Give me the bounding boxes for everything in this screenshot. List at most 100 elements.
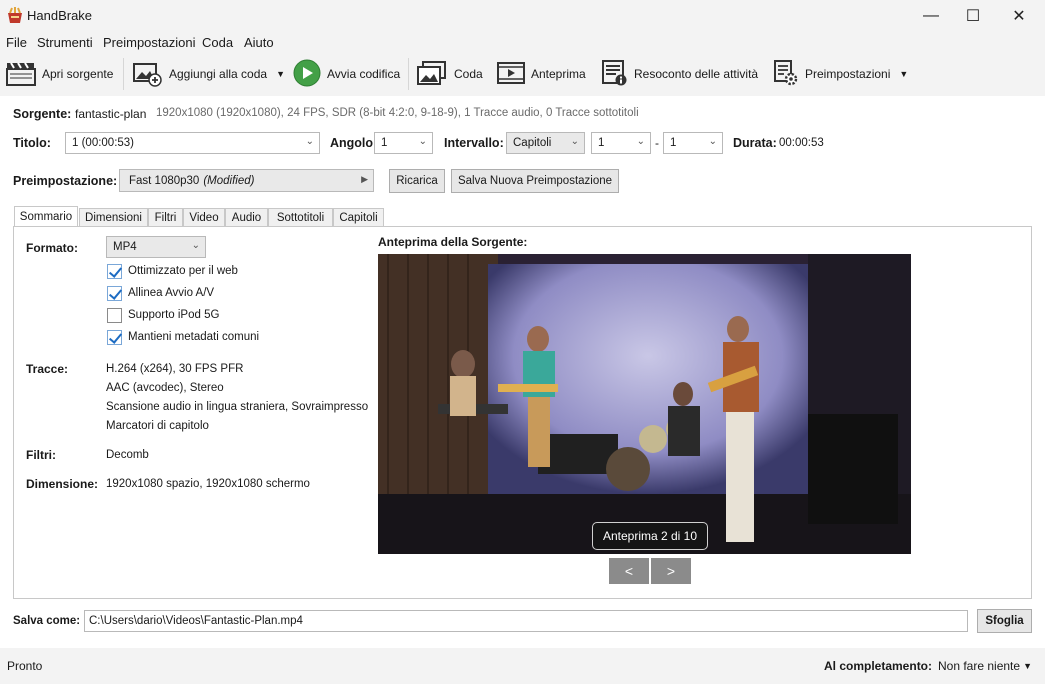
add-to-queue-button[interactable]: Aggiungi alla coda ▼ xyxy=(131,57,285,91)
tab-summary[interactable]: Sommario xyxy=(14,206,78,227)
preview-label: Anteprima xyxy=(531,67,586,81)
queue-button[interactable]: Coda xyxy=(416,57,483,91)
dropdown-arrow-icon[interactable]: ▼ xyxy=(899,69,908,79)
activity-log-icon xyxy=(600,59,628,90)
menu-queue[interactable]: Coda xyxy=(202,35,233,50)
on-complete-value: Non fare niente xyxy=(938,659,1021,673)
preset-modified: (Modified) xyxy=(203,174,255,187)
dimension-value: 1920x1080 spazio, 1920x1080 schermo xyxy=(106,478,310,490)
range-end-select[interactable]: 1 ⌄ xyxy=(663,132,723,154)
chevron-down-icon: ⌄ xyxy=(305,136,314,147)
on-complete-select[interactable]: Non fare niente ▼ xyxy=(938,656,1032,676)
presets-button[interactable]: Preimpostazioni ▼ xyxy=(773,57,908,91)
tab-audio[interactable]: Audio xyxy=(225,208,268,227)
title-select[interactable]: 1 (00:00:53) ⌄ xyxy=(65,132,320,154)
tracks-label: Tracce: xyxy=(26,362,69,376)
angle-select[interactable]: 1 ⌄ xyxy=(374,132,433,154)
toolbar-divider xyxy=(408,58,409,90)
web-optimized-checkbox[interactable] xyxy=(107,264,122,279)
source-name: fantastic-plan xyxy=(75,107,147,121)
preview-counter: Anteprima 2 di 10 xyxy=(592,522,708,550)
window-title: HandBrake xyxy=(27,8,93,23)
handbrake-logo-icon xyxy=(6,7,24,24)
status-text: Pronto xyxy=(7,659,43,673)
range-type-select[interactable]: Capitoli ⌄ xyxy=(506,132,585,154)
on-complete-label: Al completamento: xyxy=(824,659,933,673)
tab-dimensions[interactable]: Dimensioni xyxy=(79,208,148,227)
filters-label: Filtri: xyxy=(26,448,56,462)
range-type-value: Capitoli xyxy=(513,137,552,149)
format-select[interactable]: MP4 ⌄ xyxy=(106,236,206,258)
tab-filters[interactable]: Filtri xyxy=(148,208,183,227)
reload-button[interactable]: Ricarica xyxy=(389,169,445,193)
preset-label: Preimpostazione: xyxy=(13,174,118,188)
menu-presets[interactable]: Preimpostazioni xyxy=(103,35,196,50)
open-source-label: Apri sorgente xyxy=(42,67,114,81)
save-path-field[interactable]: C:\Users\dario\Videos\Fantastic-Plan.mp4 xyxy=(84,610,968,632)
previous-preview-button[interactable]: < xyxy=(609,558,649,584)
start-encode-label: Avvia codifica xyxy=(327,67,401,81)
open-source-button[interactable]: Apri sorgente xyxy=(6,57,113,91)
activity-log-label: Resoconto delle attività xyxy=(634,67,759,81)
range-start-value: 1 xyxy=(598,137,605,149)
toolbar-divider xyxy=(123,58,124,90)
angle-select-value: 1 xyxy=(381,137,388,149)
menu-tools[interactable]: Strumenti xyxy=(37,35,93,50)
next-preview-button[interactable]: > xyxy=(651,558,691,584)
start-encode-button[interactable]: Avvia codifica xyxy=(293,57,400,91)
close-button[interactable]: ✕ xyxy=(996,0,1042,31)
title-label: Titolo: xyxy=(13,136,51,150)
presets-gear-icon xyxy=(773,59,799,90)
title-bar xyxy=(0,0,1045,32)
minimize-button[interactable]: — xyxy=(908,0,954,31)
preview-button[interactable]: Anteprima xyxy=(497,57,586,91)
menu-help[interactable]: Aiuto xyxy=(244,35,274,50)
tab-video[interactable]: Video xyxy=(183,208,225,227)
chevron-down-icon: ⌄ xyxy=(708,136,717,147)
activity-log-button[interactable]: Resoconto delle attività xyxy=(600,57,758,91)
ipod-support-label: Supporto iPod 5G xyxy=(128,309,220,321)
ipod-support-checkbox[interactable] xyxy=(107,308,122,323)
play-icon xyxy=(293,59,321,90)
source-preview-image xyxy=(378,254,911,554)
dimension-label: Dimensione: xyxy=(26,477,99,491)
film-play-icon xyxy=(497,60,525,89)
source-details: 1920x1080 (1920x1080), 24 FPS, SDR (8-bi… xyxy=(156,107,639,119)
browse-button[interactable]: Sfoglia xyxy=(977,609,1032,633)
dropdown-arrow-icon: ▼ xyxy=(1023,661,1032,671)
title-select-value: 1 (00:00:53) xyxy=(72,137,135,149)
chevron-down-icon: ⌄ xyxy=(418,136,427,147)
maximize-button[interactable]: ☐ xyxy=(950,0,996,31)
track-audio: AAC (avcodec), Stereo xyxy=(106,382,224,394)
preset-selector[interactable]: Fast 1080p30 (Modified) ▶ xyxy=(119,169,374,192)
track-chapters: Marcatori di capitolo xyxy=(106,420,209,432)
image-stack-icon xyxy=(416,59,448,90)
align-av-checkbox[interactable] xyxy=(107,286,122,301)
web-optimized-label: Ottimizzato per il web xyxy=(128,265,238,277)
chevron-right-icon: ▶ xyxy=(361,174,368,184)
source-label: Sorgente: xyxy=(13,107,72,121)
add-images-icon xyxy=(131,59,163,90)
queue-label: Coda xyxy=(454,67,483,81)
duration-value: 00:00:53 xyxy=(779,137,824,149)
keep-metadata-checkbox[interactable] xyxy=(107,330,122,345)
range-end-value: 1 xyxy=(670,137,677,149)
menu-file[interactable]: File xyxy=(6,35,27,50)
tab-subtitles[interactable]: Sottotitoli xyxy=(268,208,333,227)
range-start-select[interactable]: 1 ⌄ xyxy=(591,132,651,154)
duration-label: Durata: xyxy=(733,136,777,150)
range-label: Intervallo: xyxy=(444,136,504,150)
filters-value: Decomb xyxy=(106,449,149,461)
chevron-down-icon: ⌄ xyxy=(191,240,200,251)
format-select-value: MP4 xyxy=(113,241,137,253)
save-as-label: Salva come: xyxy=(13,615,81,627)
clapperboard-icon xyxy=(6,60,36,89)
keep-metadata-label: Mantieni metadati comuni xyxy=(128,331,260,343)
dropdown-arrow-icon[interactable]: ▼ xyxy=(276,69,285,79)
tab-chapters[interactable]: Capitoli xyxy=(333,208,384,227)
align-av-label: Allinea Avvio A/V xyxy=(128,287,215,299)
track-subtitle-scan: Scansione audio in lingua straniera, Sov… xyxy=(106,401,369,413)
save-new-preset-button[interactable]: Salva Nuova Preimpostazione xyxy=(451,169,619,193)
angle-label: Angolo: xyxy=(330,136,378,150)
chevron-down-icon: ⌄ xyxy=(636,136,645,147)
